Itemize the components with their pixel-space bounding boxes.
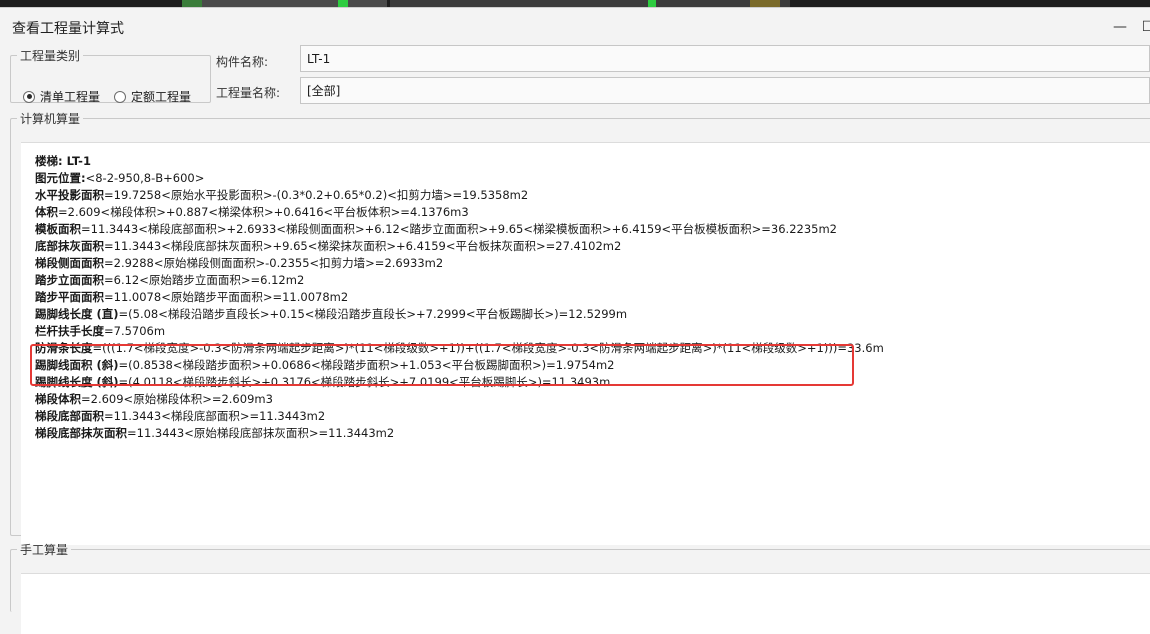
calc-line: 梯段体积=2.609<原始梯段体积>=2.609m3: [35, 391, 884, 408]
calc-line-formula: =6.12<原始踏步立面面积>=6.12m2: [104, 273, 305, 287]
strip-segment: [390, 0, 790, 7]
calc-line: 楼梯: LT-1: [35, 153, 884, 170]
calc-line: 踏步立面面积=6.12<原始踏步立面面积>=6.12m2: [35, 272, 884, 289]
computer-calc-legend: 计算机算量: [20, 112, 81, 126]
component-name-field[interactable]: LT-1: [300, 45, 1150, 72]
calc-line-key: 踢脚线面积 (斜): [35, 358, 119, 372]
calc-line-formula: =(4.0118<梯段踏步斜长>+0.3176<梯段踏步斜长>+7.0199<平…: [118, 375, 611, 389]
radio-selected-icon: [23, 90, 35, 103]
background-window-strip: [0, 0, 1150, 7]
strip-segment: [648, 0, 656, 7]
radio-unselected-icon: [114, 90, 126, 103]
strip-segment: [182, 0, 202, 7]
calc-line-formula: =2.609<原始梯段体积>=2.609m3: [81, 392, 273, 406]
calc-line-formula: =2.9288<原始梯段侧面面积>-0.2355<扣剪力墙>=2.6933m2: [104, 256, 444, 270]
quantity-name-label: 工程量名称:: [216, 86, 281, 100]
calc-line-formula: =11.3443<梯段底部抹灰面积>+9.65<梯梁抹灰面积>+6.4159<平…: [104, 239, 622, 253]
title-bar: 查看工程量计算式 — ☐: [0, 8, 1150, 44]
calc-line-formula: =7.5706m: [104, 324, 166, 338]
calc-line-key: 楼梯: LT-1: [35, 154, 91, 168]
minimize-button[interactable]: —: [1108, 16, 1132, 38]
calc-line-key: 模板面积: [35, 222, 81, 236]
maximize-button[interactable]: ☐: [1136, 16, 1150, 38]
radio-label: 定额工程量: [131, 90, 192, 104]
computer-calc-textbox[interactable]: 楼梯: LT-1 图元位置:<8-2-950,8-B+600> 水平投影面积=19.…: [21, 142, 1150, 545]
calc-line-formula: =19.7258<原始水平投影面积>-(0.3*0.2+0.65*0.2)<扣剪…: [104, 188, 529, 202]
calc-line: 体积=2.609<梯段体积>+0.887<梯梁体积>+0.6416<平台板体积>…: [35, 204, 884, 221]
calc-line-key: 底部抹灰面积: [35, 239, 104, 253]
strip-segment: [750, 0, 780, 7]
radio-bill-quantity[interactable]: 清单工程量: [23, 88, 100, 105]
calc-line-formula: =2.609<梯段体积>+0.887<梯梁体积>+0.6416<平台板体积>=4…: [58, 205, 469, 219]
calc-line-formula: =(((1.7<梯段宽度>-0.3<防滑条两端起步距离>)*(11<梯段级数>+…: [92, 341, 884, 355]
radio-quota-quantity[interactable]: 定额工程量: [114, 88, 191, 105]
strip-segment: [338, 0, 348, 7]
calc-line-formula: =(0.8538<梯段踏步面积>+0.0686<梯段踏步面积>+1.053<平台…: [118, 358, 615, 372]
manual-calc-legend: 手工算量: [20, 543, 69, 557]
dialog-title: 查看工程量计算式: [12, 21, 124, 37]
calc-line-key: 图元位置:: [35, 171, 86, 185]
calc-line: 模板面积=11.3443<梯段底部面积>+2.6933<梯段侧面面积>+6.12…: [35, 221, 884, 238]
calc-line-formula: =11.3443<原始梯段底部抹灰面积>=11.3443m2: [127, 426, 395, 440]
radio-label: 清单工程量: [40, 90, 101, 104]
calc-line-key: 梯段体积: [35, 392, 81, 406]
calc-line-formula: =11.0078<原始踏步平面面积>=11.0078m2: [104, 290, 349, 304]
calc-line-key: 踢脚线长度 (直): [35, 307, 119, 321]
calc-line-key: 踏步立面面积: [35, 273, 104, 287]
calc-line-key: 栏杆扶手长度: [35, 324, 104, 338]
calc-line-key: 踢脚线长度 (斜): [35, 375, 119, 389]
calc-line: 踢脚线面积 (斜)=(0.8538<梯段踏步面积>+0.0686<梯段踏步面积>…: [35, 357, 884, 374]
calc-line: 踢脚线长度 (斜)=(4.0118<梯段踏步斜长>+0.3176<梯段踏步斜长>…: [35, 374, 884, 391]
calc-lines: 楼梯: LT-1 图元位置:<8-2-950,8-B+600> 水平投影面积=19.…: [35, 153, 884, 442]
calc-line-key: 踏步平面面积: [35, 290, 104, 304]
quantity-type-group: 工程量类别 清单工程量 定额工程量: [10, 47, 211, 105]
manual-calc-group: 手工算量: [10, 541, 1150, 634]
quantity-type-legend: 工程量类别: [20, 49, 81, 63]
calc-formula-dialog: 查看工程量计算式 — ☐ 工程量类别 清单工程量 定额工程量 构件名称: LT-…: [0, 7, 1150, 634]
calc-line: 踏步平面面积=11.0078<原始踏步平面面积>=11.0078m2: [35, 289, 884, 306]
calc-line: 水平投影面积=19.7258<原始水平投影面积>-(0.3*0.2+0.65*0…: [35, 187, 884, 204]
calc-line: 梯段底部抹灰面积=11.3443<原始梯段底部抹灰面积>=11.3443m2: [35, 425, 884, 442]
manual-calc-textbox[interactable]: [21, 573, 1150, 634]
calc-line: 底部抹灰面积=11.3443<梯段底部抹灰面积>+9.65<梯梁抹灰面积>+6.…: [35, 238, 884, 255]
calc-line-key: 梯段侧面面积: [35, 256, 104, 270]
calc-line-formula: <8-2-950,8-B+600>: [85, 171, 205, 185]
calc-line-key: 梯段底部抹灰面积: [35, 426, 127, 440]
calc-line: 图元位置:<8-2-950,8-B+600>: [35, 170, 884, 187]
calc-line: 梯段侧面面积=2.9288<原始梯段侧面面积>-0.2355<扣剪力墙>=2.6…: [35, 255, 884, 272]
calc-line: 防滑条长度=(((1.7<梯段宽度>-0.3<防滑条两端起步距离>)*(11<梯…: [35, 340, 884, 357]
calc-line-formula: =(5.08<梯段沿踏步直段长>+0.15<梯段沿踏步直段长>+7.2999<平…: [118, 307, 628, 321]
calc-line-formula: =11.3443<梯段底部面积>=11.3443m2: [104, 409, 326, 423]
calc-line-key: 体积: [35, 205, 58, 219]
calc-line-key: 水平投影面积: [35, 188, 104, 202]
component-name-label: 构件名称:: [216, 55, 269, 69]
computer-calc-group: 计算机算量 楼梯: LT-1 图元位置:<8-2-950,8-B+600> 水平投影…: [10, 110, 1150, 545]
calc-line-key: 梯段底部面积: [35, 409, 104, 423]
calc-line: 梯段底部面积=11.3443<梯段底部面积>=11.3443m2: [35, 408, 884, 425]
calc-line: 栏杆扶手长度=7.5706m: [35, 323, 884, 340]
quantity-name-field[interactable]: [全部]: [300, 77, 1150, 104]
calc-line: 踢脚线长度 (直)=(5.08<梯段沿踏步直段长>+0.15<梯段沿踏步直段长>…: [35, 306, 884, 323]
strip-segment: [202, 0, 387, 7]
calc-line-formula: =11.3443<梯段底部面积>+2.6933<梯段侧面面积>+6.12<踏步立…: [81, 222, 837, 236]
calc-line-key: 防滑条长度: [35, 341, 93, 355]
